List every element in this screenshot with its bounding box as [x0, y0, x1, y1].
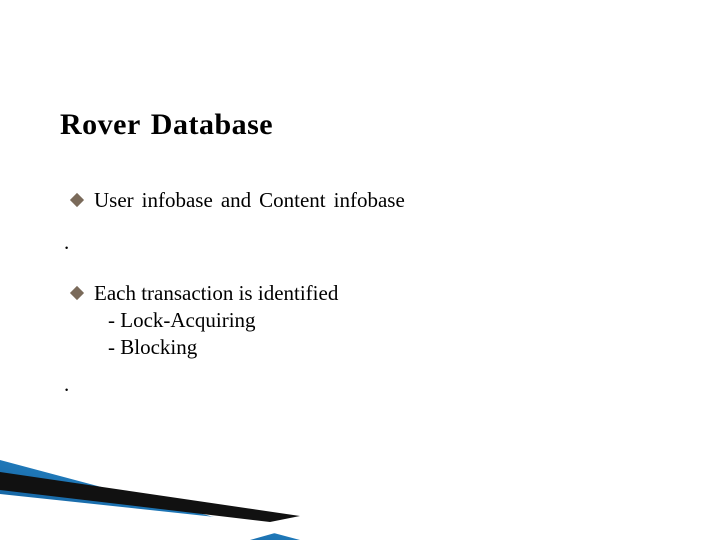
- slide: { "title": { "word1": "Rover", "word2": …: [0, 0, 720, 540]
- bullet-1-word-1: User: [94, 188, 134, 212]
- bullet-1-text: User infobase and Content infobase: [94, 187, 405, 214]
- bullet-1-word-3: and: [221, 188, 251, 212]
- slide-title: Rover Database: [60, 108, 273, 142]
- bullet-2: Each transaction is identified - Lock-Ac…: [72, 280, 338, 361]
- diamond-bullet-icon: [70, 286, 84, 300]
- bullet-1-word-2: infobase: [142, 188, 213, 212]
- title-word-2: Database: [151, 108, 273, 141]
- title-word-1: Rover: [60, 108, 141, 141]
- bullet-1-word-5: infobase: [334, 188, 405, 212]
- bullet-2-sub-2: - Blocking: [94, 334, 338, 361]
- bullet-2-sub-1: - Lock-Acquiring: [94, 307, 338, 334]
- separator-dot-1: .: [64, 230, 69, 255]
- bullet-2-text: Each transaction is identified - Lock-Ac…: [94, 280, 338, 361]
- bullet-1-word-4: Content: [259, 188, 326, 212]
- bullet-2-line-1: Each transaction is identified: [94, 280, 338, 307]
- corner-decoration: [0, 420, 360, 540]
- diamond-bullet-icon: [70, 193, 84, 207]
- separator-dot-2: .: [64, 372, 69, 397]
- bullet-1: User infobase and Content infobase: [72, 187, 405, 214]
